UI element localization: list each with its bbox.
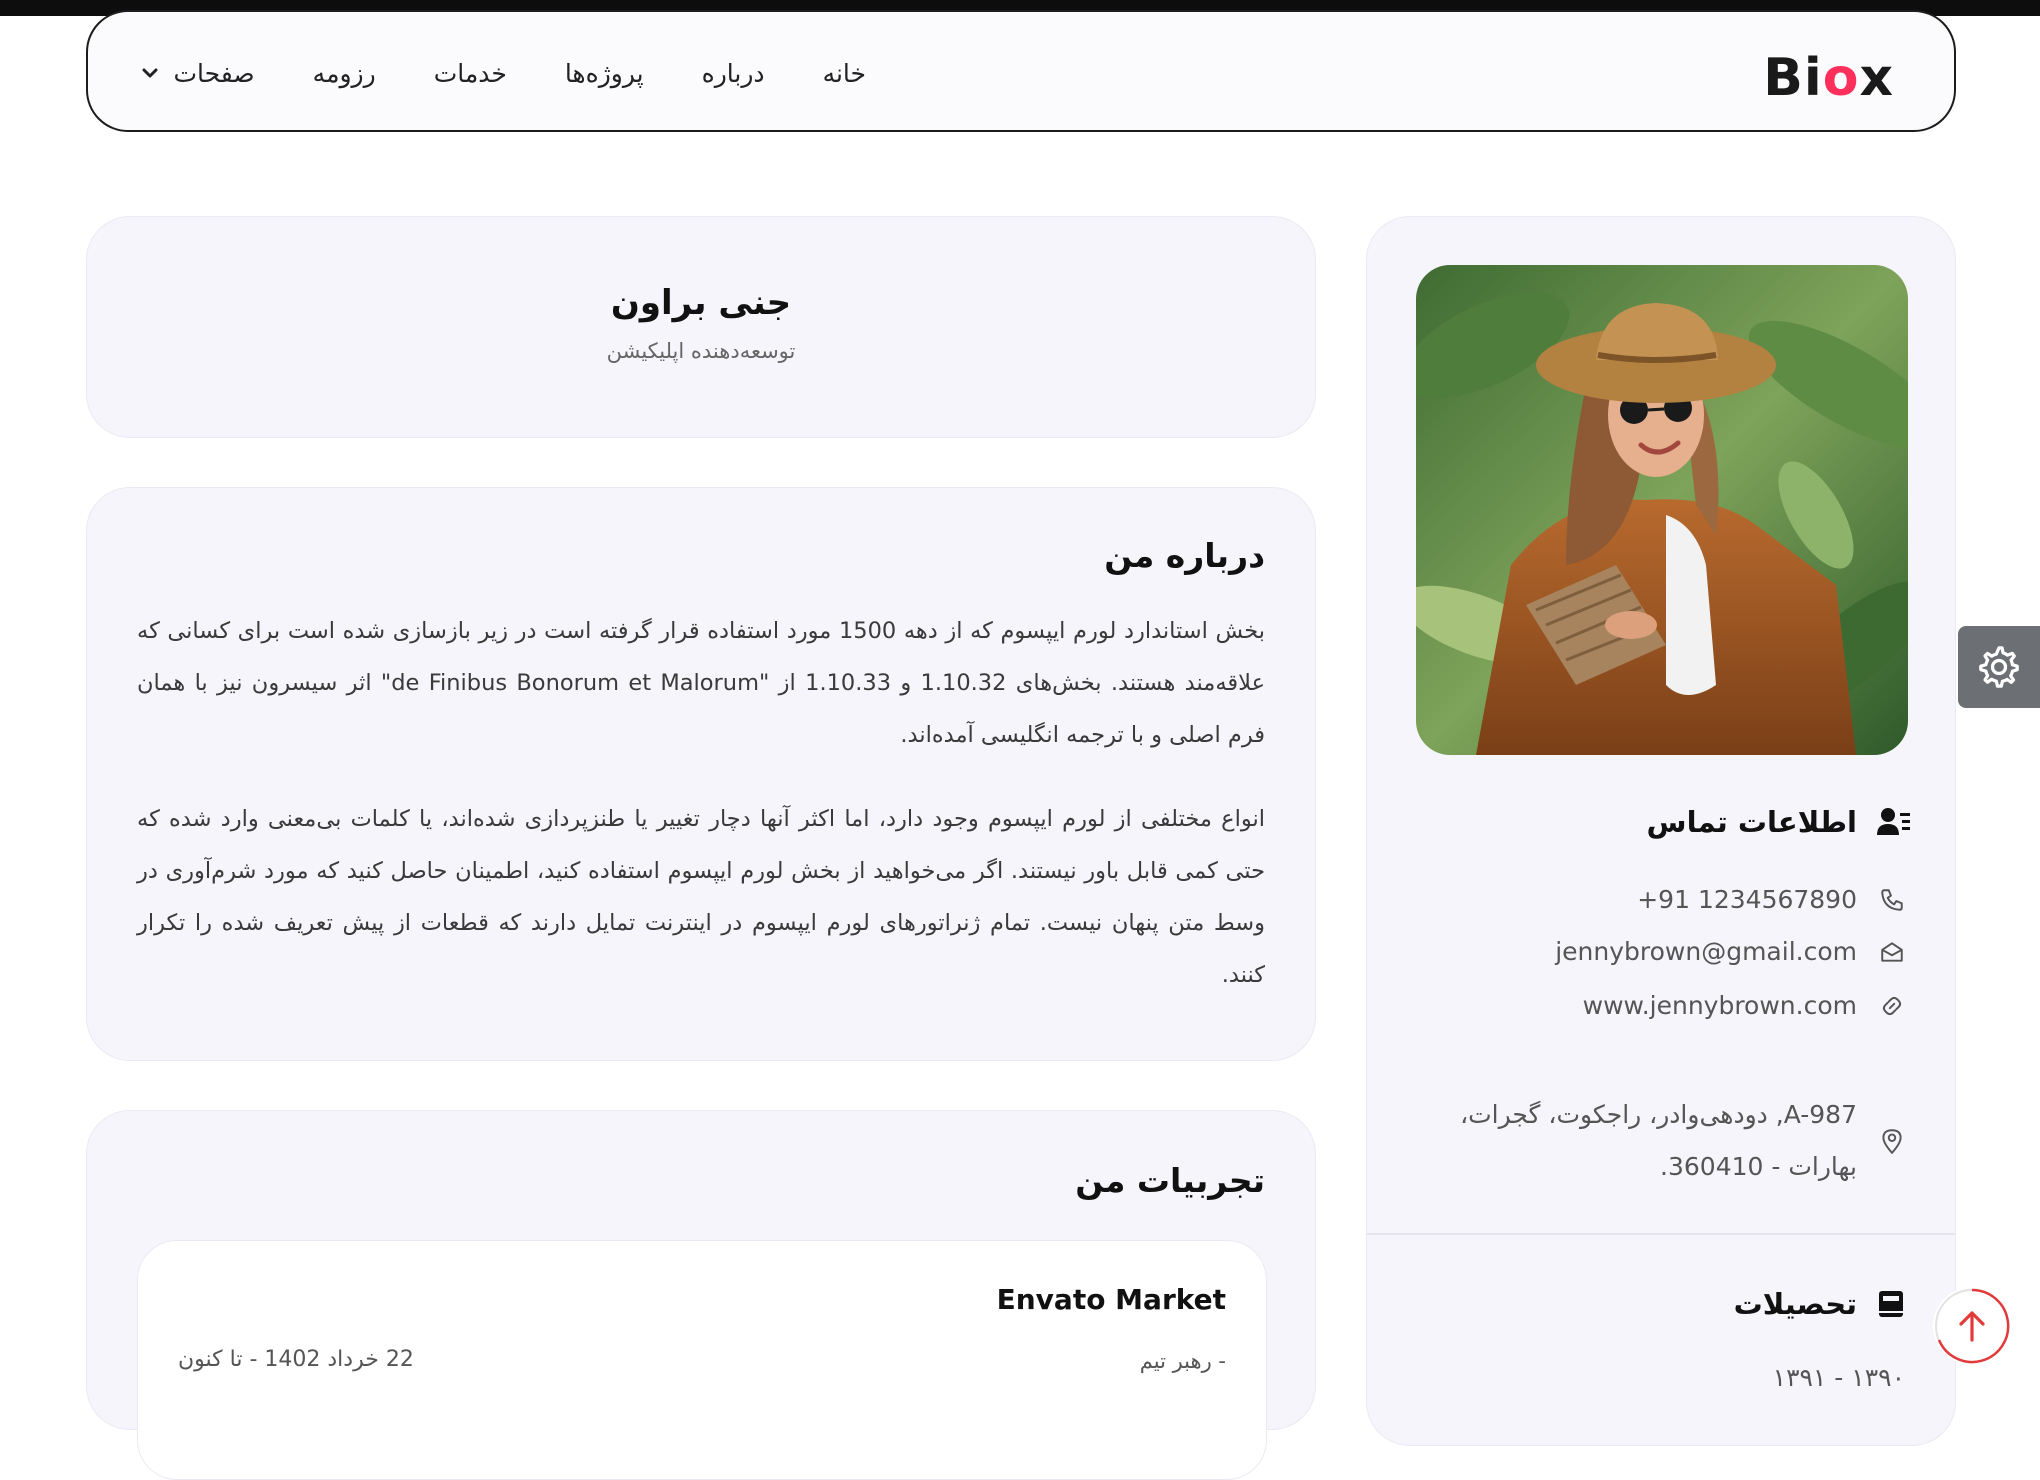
nav-item-pages-dropdown[interactable]: صفحات — [142, 59, 255, 88]
nav-item-resume[interactable]: رزومه — [313, 59, 376, 88]
experience-card: تجربیات من Envato Market - رهبر تیم 22 خ… — [86, 1110, 1316, 1480]
navbar: Biox خانه درباره پروژه‌ها خدمات رزومه صف… — [86, 10, 1956, 132]
education-years: ۱۳۹۰ - ۱۳۹۱ — [1772, 1363, 1905, 1392]
contact-phone: +91 1234567890 — [1637, 885, 1857, 914]
about-title: درباره من — [1104, 536, 1265, 575]
nav-item-pages-label: صفحات — [173, 58, 255, 88]
contact-title-text: اطلاعات تماس — [1646, 805, 1857, 839]
about-paragraph-2: انواع مختلفی از لورم ایپسوم وجود دارد، ا… — [137, 806, 1265, 988]
sidebar-divider — [1367, 1233, 1955, 1235]
nav-item-about[interactable]: درباره — [702, 59, 765, 88]
job-position: - رهبر تیم — [1139, 1349, 1226, 1373]
gear-icon — [1979, 646, 2019, 688]
envelope-open-icon — [1881, 941, 1903, 962]
settings-button[interactable] — [1958, 626, 2040, 708]
map-pin-icon — [1882, 1129, 1902, 1154]
about-card: درباره من بخش استاندارد لورم ایپسوم که ا… — [86, 487, 1316, 1061]
profile-name-card: جنی براون توسعه‌دهنده اپلیکیشن — [86, 216, 1316, 438]
nav-item-projects[interactable]: پروژه‌ها — [565, 59, 644, 88]
contact-phone-row[interactable]: +91 1234567890 — [1637, 885, 1905, 914]
profile-role: توسعه‌دهنده اپلیکیشن — [606, 339, 796, 363]
contact-address-row: A-987, دودهی‌وادر، راجکوت، گجرات، بهارات… — [1460, 1089, 1905, 1193]
job-item: Envato Market - رهبر تیم 22 خرداد 1402 -… — [137, 1240, 1267, 1480]
contact-website: www.jennybrown.com — [1582, 991, 1857, 1020]
profile-sidebar: اطلاعات تماس +91 1234567890 jennybrown@g… — [1366, 216, 1956, 1446]
contact-address-line1: A-987, دودهی‌وادر، راجکوت، گجرات، — [1460, 1100, 1857, 1129]
profile-photo — [1416, 265, 1908, 755]
contact-address: A-987, دودهی‌وادر، راجکوت، گجرات، بهارات… — [1460, 1089, 1857, 1193]
education-title-text: تحصیلات — [1733, 1287, 1857, 1321]
education-title: تحصیلات — [1734, 1287, 1905, 1321]
phone-icon — [1881, 888, 1903, 911]
scroll-to-top-button[interactable] — [1933, 1287, 2011, 1365]
logo[interactable]: Biox — [1763, 48, 1894, 108]
job-date: 22 خرداد 1402 - تا کنون — [178, 1347, 414, 1372]
about-paragraph-1: بخش استاندارد لورم ایپسوم که از دهه 1500… — [137, 618, 1265, 748]
nav-item-services[interactable]: خدمات — [434, 59, 507, 88]
contact-email-row[interactable]: jennybrown@gmail.com — [1555, 937, 1905, 966]
arrow-up-icon — [1959, 1311, 1985, 1342]
nav-item-home[interactable]: خانه — [823, 59, 866, 88]
chevron-down-icon — [142, 68, 157, 78]
link-icon — [1882, 996, 1902, 1015]
contact-title: اطلاعات تماس — [1647, 805, 1911, 839]
contact-address-line2: بهارات - 360410. — [1660, 1152, 1857, 1181]
profile-name: جنی براون — [610, 283, 792, 323]
job-company: Envato Market — [996, 1283, 1226, 1316]
contact-website-row[interactable]: www.jennybrown.com — [1583, 991, 1905, 1020]
main-menu: خانه درباره پروژه‌ها خدمات رزومه صفحات — [142, 12, 866, 134]
experience-title: تجربیات من — [1075, 1161, 1265, 1200]
book-icon — [1879, 1291, 1903, 1317]
contact-email: jennybrown@gmail.com — [1555, 937, 1857, 966]
user-card-icon — [1877, 808, 1910, 835]
